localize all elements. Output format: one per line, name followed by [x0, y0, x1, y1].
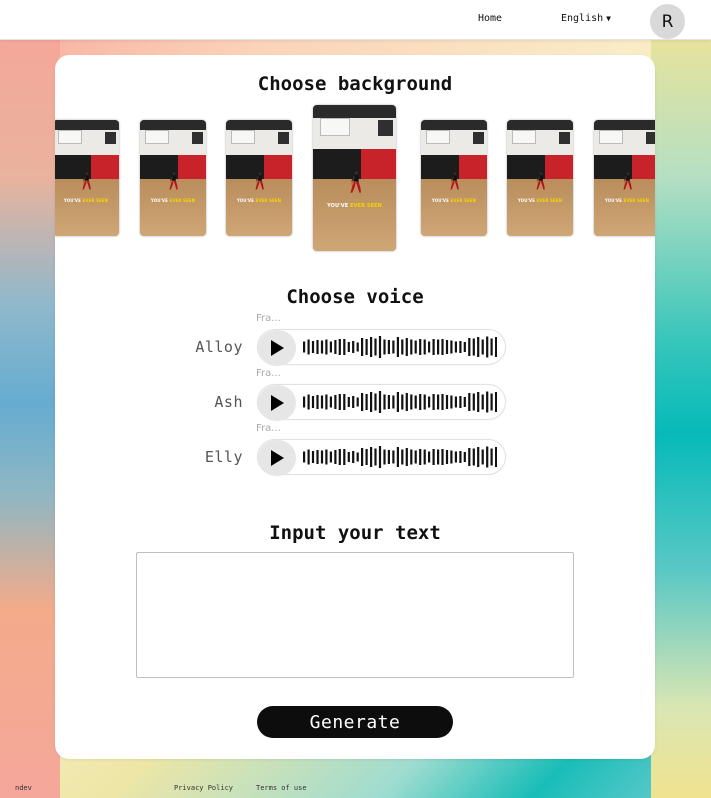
play-icon	[271, 450, 284, 466]
play-button[interactable]	[258, 330, 296, 366]
thumbnail-caption: YOU'VE EVER SEEN	[63, 197, 109, 203]
audio-player	[257, 439, 506, 476]
nav-home-link[interactable]: Home	[478, 13, 502, 24]
thumbnail-caption: YOU'VE EVER SEEN	[604, 197, 650, 203]
footer-terms-link[interactable]: Terms of use	[256, 784, 307, 792]
background-thumbnail[interactable]: YOU'VE EVER SEEN	[313, 105, 396, 251]
voice-subtitle: Fra...	[256, 368, 281, 379]
waveform[interactable]	[301, 446, 497, 468]
play-button[interactable]	[258, 385, 296, 421]
background-thumbnail[interactable]: YOU'VE EVER SEEN	[594, 120, 655, 236]
top-navigation-bar: Home English ▼ R	[0, 0, 711, 40]
play-icon	[271, 395, 284, 411]
thumbnail-caption: YOU'VE EVER SEEN	[150, 197, 196, 203]
language-label: English	[561, 13, 604, 24]
chevron-down-icon: ▼	[606, 14, 611, 23]
background-thumbnail[interactable]: YOU'VE EVER SEEN	[507, 120, 573, 236]
thumbnail-caption: YOU'VE EVER SEEN	[431, 197, 477, 203]
background-gradient-left	[0, 40, 60, 798]
voice-name[interactable]: Elly	[205, 448, 243, 466]
voice-subtitle: Fra...	[256, 423, 281, 434]
play-icon	[271, 340, 284, 356]
voice-subtitle: Fra...	[256, 313, 281, 324]
thumbnail-caption: YOU'VE EVER SEEN	[517, 197, 563, 203]
background-gradient-right	[651, 40, 711, 798]
voice-name[interactable]: Ash	[214, 393, 243, 411]
input-text-title: Input your text	[269, 522, 441, 544]
language-selector[interactable]: English ▼	[561, 13, 611, 24]
user-avatar[interactable]: R	[650, 4, 685, 39]
background-thumbnail[interactable]: YOU'VE EVER SEEN	[55, 120, 119, 236]
footer-brand: ndev	[15, 784, 32, 792]
background-thumbnail[interactable]: YOU'VE EVER SEEN	[226, 120, 292, 236]
voice-name[interactable]: Alloy	[195, 338, 243, 356]
text-input[interactable]	[136, 552, 574, 678]
thumbnail-caption: YOU'VE EVER SEEN	[236, 197, 282, 203]
footer-privacy-link[interactable]: Privacy Policy	[174, 784, 233, 792]
background-thumbnail[interactable]: YOU'VE EVER SEEN	[421, 120, 487, 236]
waveform[interactable]	[301, 336, 497, 358]
background-thumbnail[interactable]: YOU'VE EVER SEEN	[140, 120, 206, 236]
play-button[interactable]	[258, 440, 296, 476]
choose-voice-title: Choose voice	[286, 286, 424, 308]
choose-background-title: Choose background	[257, 73, 453, 95]
audio-player	[257, 329, 506, 366]
audio-player	[257, 384, 506, 421]
thumbnail-caption: YOU'VE EVER SEEN	[327, 202, 382, 209]
generate-button[interactable]: Generate	[257, 706, 453, 738]
main-card: Choose background YOU'VE EVER SEEN YOU'VE…	[55, 55, 655, 759]
waveform[interactable]	[301, 391, 497, 413]
